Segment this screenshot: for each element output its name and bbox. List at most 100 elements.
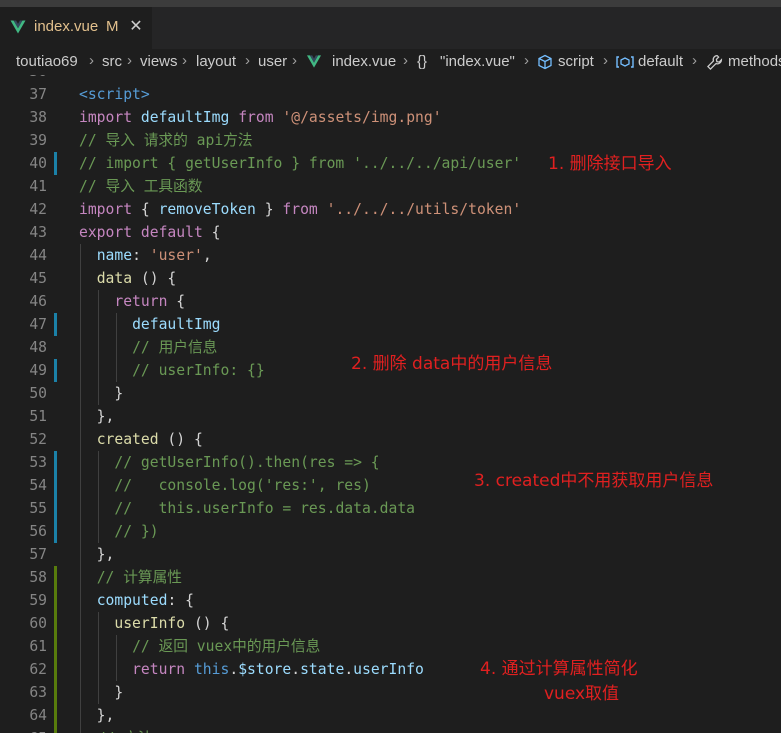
code-text: }: [79, 382, 123, 405]
gutter-change-marker: [54, 589, 57, 612]
line-number: 36: [0, 75, 47, 83]
breadcrumb-item-layout[interactable]: layout: [196, 53, 236, 70]
breadcrumb-separator: ›: [292, 52, 297, 69]
line-number: 51: [29, 408, 47, 425]
breadcrumb-separator: ›: [127, 52, 132, 69]
code-line[interactable]: 37 <script>: [0, 83, 781, 106]
breadcrumb-item-views[interactable]: views: [140, 53, 178, 70]
line-number: 58: [29, 569, 47, 586]
code-token: // import { getUserInfo } from '../../..…: [79, 155, 522, 172]
code-line[interactable]: 36: [0, 75, 781, 83]
annotation-4-continued: vuex取值: [544, 684, 620, 704]
editor-tab-bar: index.vue M ✕: [0, 7, 781, 49]
code-token: defaultImg: [132, 316, 221, 333]
code-line[interactable]: 62 return this.$store.state.userInfo: [0, 658, 781, 681]
breadcrumb-item-index-vue[interactable]: index.vue: [332, 53, 396, 70]
tab-index-vue[interactable]: index.vue M ✕: [0, 7, 152, 49]
code-line[interactable]: 41 // 导入 工具函数: [0, 175, 781, 198]
line-number: 52: [29, 431, 47, 448]
gutter-change-marker: [54, 474, 57, 497]
code-token: removeToken: [158, 201, 265, 218]
breadcrumb-item-index-vue-string[interactable]: "index.vue": [440, 53, 515, 70]
code-token: // console.log('res:', res): [114, 477, 371, 494]
line-number: 57: [29, 546, 47, 563]
code-line[interactable]: 50 }: [0, 382, 781, 405]
code-line[interactable]: 56 // }): [0, 520, 781, 543]
code-line[interactable]: 51 },: [0, 405, 781, 428]
gutter-change-marker: [54, 727, 57, 733]
gutter-change-marker: [54, 497, 57, 520]
code-text: defaultImg: [79, 313, 221, 336]
code-line[interactable]: 42 import { removeToken } from '../../../…: [0, 198, 781, 221]
code-token: computed: [96, 592, 168, 609]
gutter-change-marker: [54, 704, 57, 727]
modified-badge: M: [106, 18, 119, 35]
code-line[interactable]: 59 computed: {: [0, 589, 781, 612]
code-line[interactable]: 63 }: [0, 681, 781, 704]
code-line[interactable]: 45 data () {: [0, 267, 781, 290]
code-line[interactable]: 47 defaultImg: [0, 313, 781, 336]
breadcrumb-item-user[interactable]: user: [258, 53, 287, 70]
code-token: {: [211, 224, 221, 241]
code-line[interactable]: 64 },: [0, 704, 781, 727]
code-token: export: [79, 224, 141, 241]
gutter-change-marker: [54, 451, 57, 474]
code-line[interactable]: 58 // 计算属性: [0, 566, 781, 589]
code-line[interactable]: 46 return {: [0, 290, 781, 313]
line-number: 55: [29, 500, 47, 517]
code-line[interactable]: 55 // this.userInfo = res.data.data: [0, 497, 781, 520]
breadcrumb-item-methods[interactable]: methods: [728, 53, 781, 70]
breadcrumb-item-toutiao69[interactable]: toutiao69: [16, 53, 78, 70]
annotation-2: 2. 删除 data中的用户信息: [351, 354, 553, 374]
code-token: .: [344, 661, 354, 678]
code-text: userInfo () {: [79, 612, 229, 635]
close-icon[interactable]: ✕: [126, 15, 146, 37]
code-line[interactable]: 61 // 返回 vuex中的用户信息: [0, 635, 781, 658]
code-text: // 导入 请求的 api方法: [79, 129, 253, 152]
line-number: 61: [29, 638, 47, 655]
line-number: 64: [29, 707, 47, 724]
code-text: },: [79, 704, 115, 727]
gutter-change-marker: [54, 313, 57, 336]
code-token: }: [79, 684, 124, 701]
gutter-change-marker: [54, 658, 57, 681]
breadcrumb-separator: ›: [524, 52, 529, 69]
gutter-change-marker: [54, 359, 57, 382]
code-line[interactable]: 43 export default {: [0, 221, 781, 244]
breadcrumb-separator: ›: [692, 52, 697, 69]
line-number: 54: [29, 477, 47, 494]
code-text: // console.log('res:', res): [79, 474, 371, 497]
line-number: 44: [29, 247, 47, 264]
code-text: return this.$store.state.userInfo: [79, 658, 424, 681]
code-line[interactable]: 38 import defaultImg from '@/assets/img.p…: [0, 106, 781, 129]
code-text: // userInfo: {}: [79, 359, 265, 382]
code-token: // this.userInfo = res.data.data: [114, 500, 416, 517]
vue-icon: [306, 55, 322, 68]
breadcrumb-item-src[interactable]: src: [102, 53, 122, 70]
code-line[interactable]: 65 // 方法: [0, 727, 781, 733]
code-text: // import { getUserInfo } from '../../..…: [79, 152, 521, 175]
code-line[interactable]: 52 created () {: [0, 428, 781, 451]
code-token: : {: [167, 592, 194, 609]
line-number: 42: [29, 201, 47, 218]
breadcrumb-item-script[interactable]: script: [558, 53, 594, 70]
code-line[interactable]: 60 userInfo () {: [0, 612, 781, 635]
code-line[interactable]: 57 },: [0, 543, 781, 566]
code-token: 'user': [149, 247, 203, 264]
code-text: // 导入 工具函数: [79, 175, 203, 198]
code-text: }: [79, 681, 123, 704]
code-token: return: [132, 661, 194, 678]
code-token: from: [238, 109, 283, 126]
code-text: return {: [79, 290, 185, 313]
code-line[interactable]: 44 name: 'user',: [0, 244, 781, 267]
code-text: created () {: [79, 428, 203, 451]
line-number: 39: [29, 132, 47, 149]
breadcrumb-item-default[interactable]: default: [638, 53, 683, 70]
code-text: // 方法: [79, 727, 153, 733]
